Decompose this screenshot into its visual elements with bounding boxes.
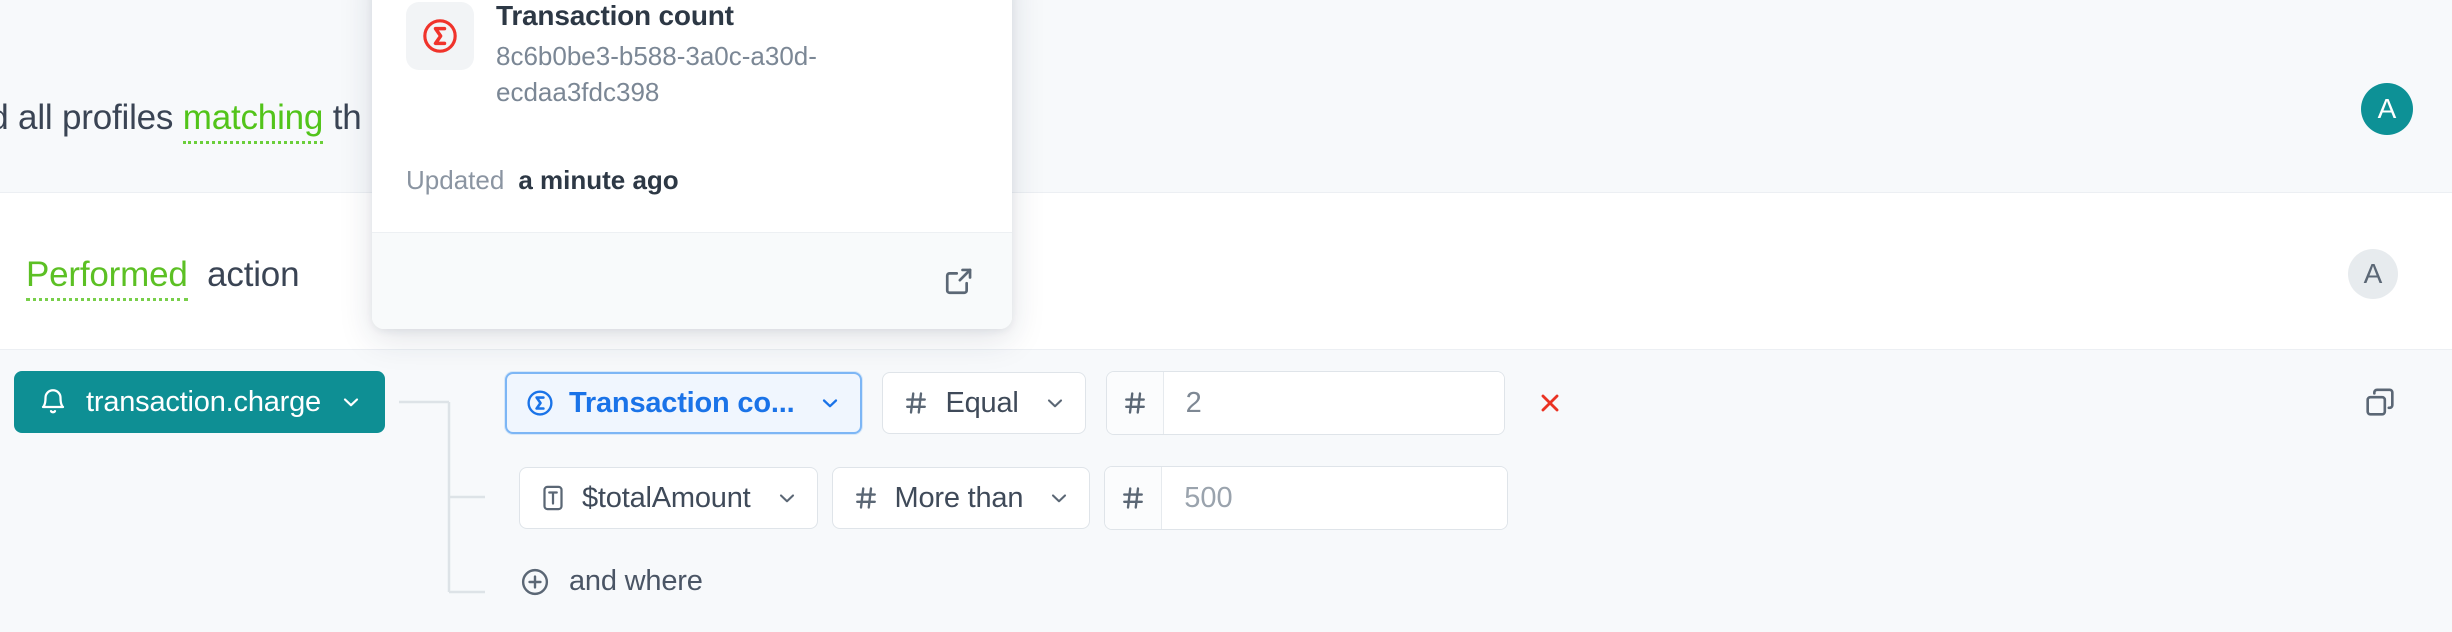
metric-card-body: Transaction count 8c6b0be3-b588-3a0c-a30… bbox=[372, 0, 1012, 232]
upper-sentence-section bbox=[0, 0, 2452, 193]
chevron-down-icon bbox=[339, 390, 363, 414]
metric-card-updated-value: a minute ago bbox=[518, 164, 679, 195]
upper-sentence-keyword[interactable]: matching bbox=[182, 98, 323, 144]
metric-card-title: Transaction count bbox=[496, 0, 734, 31]
condition-operator-label: More than bbox=[894, 481, 1024, 514]
avatar-top[interactable]: A bbox=[2361, 83, 2413, 135]
chevron-down-icon bbox=[1043, 391, 1067, 415]
metric-card-text: Transaction count 8c6b0be3-b588-3a0c-a30… bbox=[496, 0, 856, 111]
sigma-circle-icon bbox=[406, 2, 474, 70]
remove-condition-button[interactable] bbox=[1533, 386, 1567, 420]
condition-field-label: $totalAmount bbox=[582, 481, 751, 514]
avatar-middle-initial: A bbox=[2363, 258, 2383, 289]
condition-operator-select[interactable]: More than bbox=[831, 467, 1091, 529]
metric-card-header: Transaction count 8c6b0be3-b588-3a0c-a30… bbox=[406, 0, 978, 111]
middle-sentence-keyword[interactable]: Performed bbox=[26, 255, 188, 301]
upper-sentence-lead: nd all profiles bbox=[0, 98, 174, 137]
metric-card-updated: Updated a minute ago bbox=[406, 111, 978, 232]
middle-sentence-trail: action bbox=[207, 255, 300, 294]
condition-row: $totalAmount More than 500 bbox=[519, 466, 1509, 530]
duplicate-icon[interactable] bbox=[2362, 384, 2398, 420]
hash-icon bbox=[1105, 467, 1163, 529]
add-condition-label: and where bbox=[569, 565, 703, 597]
condition-operator-select[interactable]: Equal bbox=[882, 372, 1086, 434]
metric-card-id: 8c6b0be3-b588-3a0c-a30d-ecdaa3fdc398 bbox=[496, 41, 817, 107]
sigma-circle-icon bbox=[525, 388, 555, 418]
condition-field-select[interactable]: $totalAmount bbox=[519, 467, 818, 529]
bell-icon bbox=[38, 387, 68, 417]
hash-icon bbox=[901, 388, 931, 418]
avatar-middle[interactable]: A bbox=[2348, 249, 2398, 299]
plus-circle-icon bbox=[519, 566, 551, 598]
upper-sentence-trail: th bbox=[332, 98, 362, 137]
add-condition-row: and where bbox=[519, 565, 703, 598]
condition-field-select[interactable]: Transaction co... bbox=[505, 372, 863, 434]
condition-row: Transaction co... Equal 2 bbox=[505, 371, 1567, 435]
condition-value-input[interactable]: 2 bbox=[1163, 372, 1504, 434]
text-field-icon bbox=[538, 483, 568, 513]
trigger-event-label: transaction.charge bbox=[86, 385, 321, 418]
chevron-down-icon bbox=[818, 391, 842, 415]
condition-operator-label: Equal bbox=[945, 386, 1019, 419]
upper-sentence: nd all profiles matching th bbox=[0, 98, 362, 144]
middle-sentence-section bbox=[0, 193, 2452, 350]
metric-hover-card: Transaction count 8c6b0be3-b588-3a0c-a30… bbox=[372, 0, 1012, 329]
trigger-event-button[interactable]: transaction.charge bbox=[14, 371, 385, 433]
open-external-icon[interactable] bbox=[942, 264, 976, 298]
add-condition-button[interactable]: and where bbox=[519, 565, 703, 598]
condition-value-input-group[interactable]: 2 bbox=[1105, 371, 1505, 435]
middle-sentence: Performed action bbox=[26, 255, 300, 301]
condition-value-input-group[interactable]: 500 bbox=[1104, 466, 1509, 530]
metric-card-footer bbox=[372, 231, 1012, 329]
chevron-down-icon bbox=[1047, 486, 1071, 510]
avatar-top-initial: A bbox=[2377, 93, 2397, 124]
metric-card-updated-label: Updated bbox=[406, 164, 505, 195]
chevron-down-icon bbox=[775, 486, 799, 510]
condition-field-label: Transaction co... bbox=[569, 386, 795, 419]
hash-icon bbox=[1106, 372, 1164, 434]
condition-value-input[interactable]: 500 bbox=[1162, 467, 1508, 529]
hash-icon bbox=[851, 483, 881, 513]
